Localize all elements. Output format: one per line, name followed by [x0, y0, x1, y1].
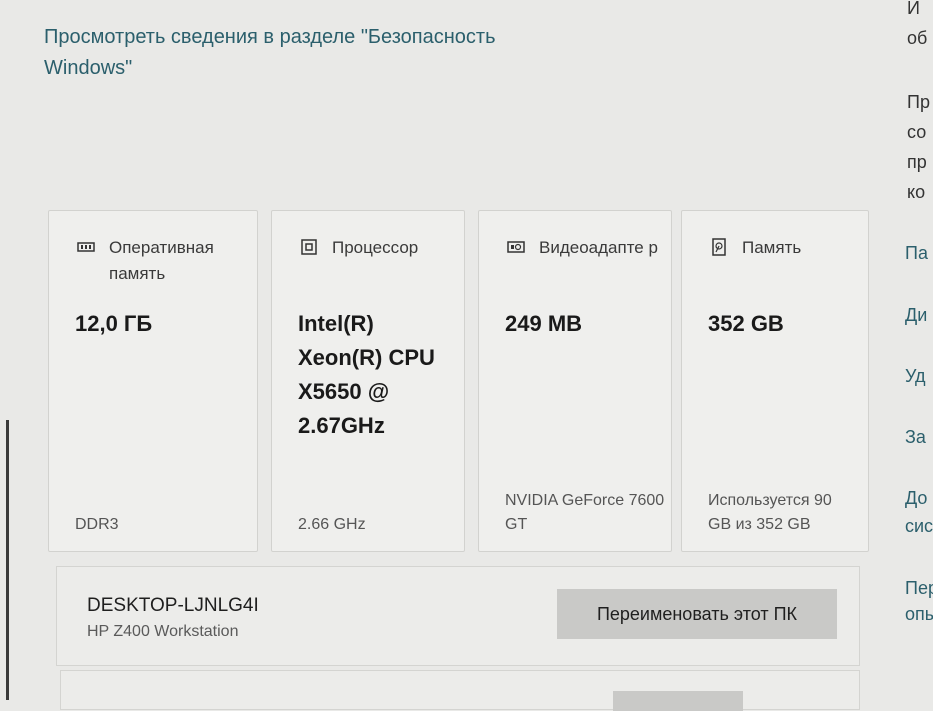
ram-title: Оперативная память	[109, 238, 214, 283]
next-panel-button[interactable]	[613, 691, 743, 711]
video-adapter-model: NVIDIA GeForce 7600 GT	[505, 492, 665, 533]
next-panel	[60, 670, 860, 711]
side-text-line: И	[907, 0, 920, 18]
scrollbar[interactable]	[6, 420, 9, 700]
side-text-line: Пр	[907, 92, 930, 112]
side-text-line: об	[907, 28, 928, 48]
storage-usage: Используется 90 GB из 352 GB	[708, 492, 832, 533]
ram-type: DDR3	[75, 516, 119, 533]
side-text-line: со	[907, 122, 927, 142]
storage-value: 352 GB	[708, 311, 784, 336]
side-link[interactable]: Уд	[905, 366, 926, 387]
processor-icon	[301, 239, 317, 255]
ram-value: 12,0 ГБ	[75, 311, 153, 336]
video-adapter-icon	[507, 241, 525, 253]
ram-icon	[77, 242, 95, 252]
side-text-line: пр	[907, 152, 927, 172]
storage-card: Память 352 GB Используется 90 GB из 352 …	[681, 210, 869, 552]
about-page: Просмотреть сведения в разделе "Безопасн…	[0, 0, 933, 711]
side-link[interactable]: сис	[905, 516, 933, 537]
video-adapter-card: Видеоадапте р 249 MB NVIDIA GeForce 7600…	[478, 210, 672, 552]
rename-pc-button[interactable]: Переименовать этот ПК	[557, 589, 837, 639]
storage-title: Память	[742, 238, 802, 257]
video-adapter-value: 249 MB	[505, 311, 583, 336]
device-panel: DESKTOP-LJNLG4I HP Z400 Workstation Пере…	[56, 566, 860, 666]
side-link[interactable]: опы	[905, 604, 933, 625]
related-settings-column: И об Пр со пр ко Па Ди Уд За До сис Пер …	[895, 0, 933, 700]
side-link[interactable]: Ди	[905, 305, 927, 326]
processor-card: Процессор Intel(R) Xeon(R) CPU X5650 @ 2…	[271, 210, 465, 552]
security-info-link[interactable]: Просмотреть сведения в разделе "Безопасн…	[44, 22, 584, 84]
side-link[interactable]: Пер	[905, 578, 933, 599]
processor-value: Intel(R) Xeon(R) CPU X5650 @ 2.67GHz	[298, 311, 435, 438]
device-model: HP Z400 Workstation	[87, 623, 239, 640]
side-link[interactable]: До	[905, 488, 927, 509]
processor-speed: 2.66 GHz	[298, 516, 366, 533]
storage-icon	[712, 238, 726, 256]
side-link[interactable]: Па	[905, 243, 928, 264]
side-text-line: ко	[907, 182, 926, 202]
processor-title: Процессор	[332, 238, 419, 257]
ram-card: Оперативная память 12,0 ГБ DDR3	[48, 210, 258, 552]
video-adapter-title: Видеоадапте р	[539, 238, 658, 257]
side-link[interactable]: За	[905, 427, 926, 448]
device-name: DESKTOP-LJNLG4I	[87, 595, 259, 616]
